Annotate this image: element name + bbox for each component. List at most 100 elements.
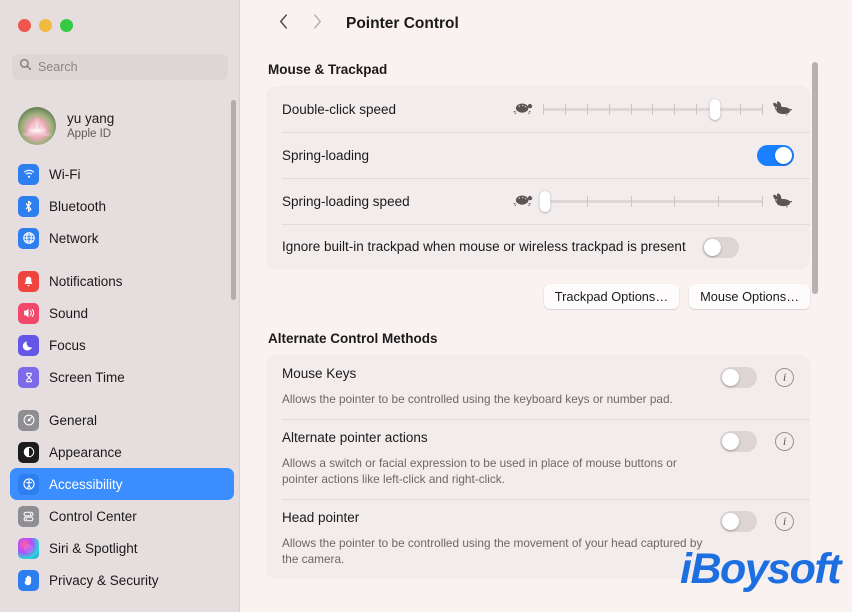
forward-button[interactable] <box>300 9 334 39</box>
sidebar-item-label: Wi-Fi <box>49 166 81 182</box>
settings-content: Mouse & Trackpad Double-click speed Spri… <box>240 48 852 612</box>
sidebar-item-label: Screen Time <box>49 369 125 385</box>
slider-ticks <box>543 103 763 115</box>
appearance-contrast-icon <box>18 441 39 463</box>
info-circle-icon[interactable]: i <box>775 512 794 532</box>
row-label: Double-click speed <box>282 101 397 117</box>
sidebar-item-label: Siri & Spotlight <box>49 540 138 556</box>
sidebar-item-siri-spotlight[interactable]: Siri & Spotlight <box>10 532 234 564</box>
sidebar-item-wifi[interactable]: Wi-Fi <box>10 158 234 190</box>
sidebar-item-control-center[interactable]: Control Center <box>10 500 234 532</box>
maximize-window-button[interactable] <box>60 19 73 32</box>
sidebar-item-bluetooth[interactable]: Bluetooth <box>10 190 234 222</box>
turtle-icon <box>512 101 534 117</box>
sidebar-item-appearance[interactable]: Appearance <box>10 436 234 468</box>
main-panel: Pointer Control Mouse & Trackpad Double-… <box>240 0 852 612</box>
slider-ticks <box>543 195 763 207</box>
rabbit-icon <box>772 193 794 209</box>
row-spring-loading-speed: Spring-loading speed <box>266 178 810 224</box>
double-click-speed-slider[interactable] <box>512 98 794 120</box>
trackpad-options-button[interactable]: Trackpad Options… <box>543 284 680 309</box>
sidebar-item-screen-time[interactable]: Screen Time <box>10 361 234 393</box>
row-title: Mouse Keys <box>282 366 357 381</box>
sidebar-group-network: Wi-Fi Bluetooth Network <box>8 158 240 254</box>
row-label: Spring-loading speed <box>282 193 410 209</box>
sidebar-item-focus[interactable]: Focus <box>10 329 234 361</box>
slider-thumb[interactable] <box>539 190 551 212</box>
head-pointer-toggle[interactable] <box>720 511 757 533</box>
screen-time-hourglass-icon <box>18 366 39 388</box>
sidebar-item-label: Network <box>49 230 99 246</box>
sidebar-item-label: General <box>49 412 98 428</box>
mouse-options-button[interactable]: Mouse Options… <box>689 284 810 309</box>
row-mouse-keys: Mouse Keys i Allows the pointer to be co… <box>266 355 810 419</box>
row-label: Ignore built-in trackpad when mouse or w… <box>282 239 686 255</box>
sidebar-item-network[interactable]: Network <box>10 222 234 254</box>
close-window-button[interactable] <box>18 19 31 32</box>
toggle-knob <box>704 238 721 256</box>
row-controls: i <box>720 431 794 453</box>
account-text: yu yang Apple ID <box>67 111 114 142</box>
system-settings-window: yu yang Apple ID Wi-Fi Bluetooth <box>0 0 852 612</box>
slider-track[interactable] <box>539 190 763 212</box>
sound-speaker-icon <box>18 302 39 324</box>
privacy-hand-icon <box>18 569 39 591</box>
general-gear-icon <box>18 409 39 431</box>
row-controls: i <box>720 511 794 533</box>
row-alternate-pointer-actions: Alternate pointer actions i Allows a swi… <box>266 419 810 499</box>
sidebar-item-general[interactable]: General <box>10 404 234 436</box>
section-title-alternate-control-methods: Alternate Control Methods <box>268 331 438 346</box>
sidebar-group-system: Notifications Sound Focus Screen Time <box>8 265 240 393</box>
toolbar: Pointer Control <box>240 0 852 48</box>
siri-icon <box>18 537 39 559</box>
account-subtitle: Apple ID <box>67 127 112 140</box>
bluetooth-icon <box>18 195 39 217</box>
slider-thumb[interactable] <box>709 98 721 120</box>
watermark: iBoysoft <box>680 545 842 593</box>
sidebar-item-label: Control Center <box>49 508 137 524</box>
alternate-pointer-actions-toggle[interactable] <box>720 431 757 453</box>
row-double-click-speed: Double-click speed <box>266 86 810 132</box>
main-scrollbar[interactable] <box>812 62 818 294</box>
section-title-mouse-trackpad: Mouse & Trackpad <box>268 62 388 77</box>
row-title: Head pointer <box>282 510 360 526</box>
sidebar-item-notifications[interactable]: Notifications <box>10 265 234 297</box>
ignore-builtin-trackpad-toggle[interactable] <box>702 236 739 258</box>
turtle-icon <box>512 193 534 209</box>
rabbit-icon <box>772 101 794 117</box>
sidebar-item-label: Appearance <box>49 444 122 460</box>
avatar <box>18 107 56 145</box>
wifi-icon <box>18 163 39 185</box>
row-controls: i <box>720 367 794 388</box>
spring-loading-speed-slider[interactable] <box>512 190 794 212</box>
sidebar-item-accessibility[interactable]: Accessibility <box>10 468 234 500</box>
info-circle-icon[interactable]: i <box>775 432 794 452</box>
minimize-window-button[interactable] <box>39 19 52 32</box>
row-description: Allows the pointer to be controlled usin… <box>282 536 703 567</box>
sidebar-scrollbar[interactable] <box>231 100 236 300</box>
sidebar-item-label: Privacy & Security <box>49 572 159 588</box>
sidebar-item-label: Bluetooth <box>49 198 107 214</box>
row-head: Mouse Keys i <box>282 366 794 388</box>
toggle-knob <box>722 513 739 531</box>
info-circle-icon[interactable]: i <box>775 368 794 387</box>
sidebar-item-label: Sound <box>49 305 89 321</box>
row-label: Spring-loading <box>282 147 370 163</box>
spring-loading-toggle[interactable] <box>757 144 794 166</box>
mouse-keys-toggle[interactable] <box>720 367 757 388</box>
search-box[interactable] <box>12 54 228 80</box>
sidebar-item-privacy-security[interactable]: Privacy & Security <box>10 564 234 596</box>
toggle-knob <box>775 146 792 164</box>
accessibility-person-icon <box>18 473 39 495</box>
page-title: Pointer Control <box>346 15 459 32</box>
sidebar-item-apple-id[interactable]: yu yang Apple ID <box>10 100 236 152</box>
sidebar-item-sound[interactable]: Sound <box>10 297 234 329</box>
search-icon <box>19 58 32 76</box>
account-name: yu yang <box>67 110 115 126</box>
mouse-trackpad-card: Double-click speed Spring-loading Spring… <box>266 86 810 270</box>
options-buttons-row: Trackpad Options… Mouse Options… <box>266 284 810 309</box>
sidebar-item-label: Accessibility <box>49 476 123 492</box>
slider-track[interactable] <box>543 98 763 120</box>
back-button[interactable] <box>266 9 300 39</box>
search-input[interactable] <box>38 60 221 74</box>
